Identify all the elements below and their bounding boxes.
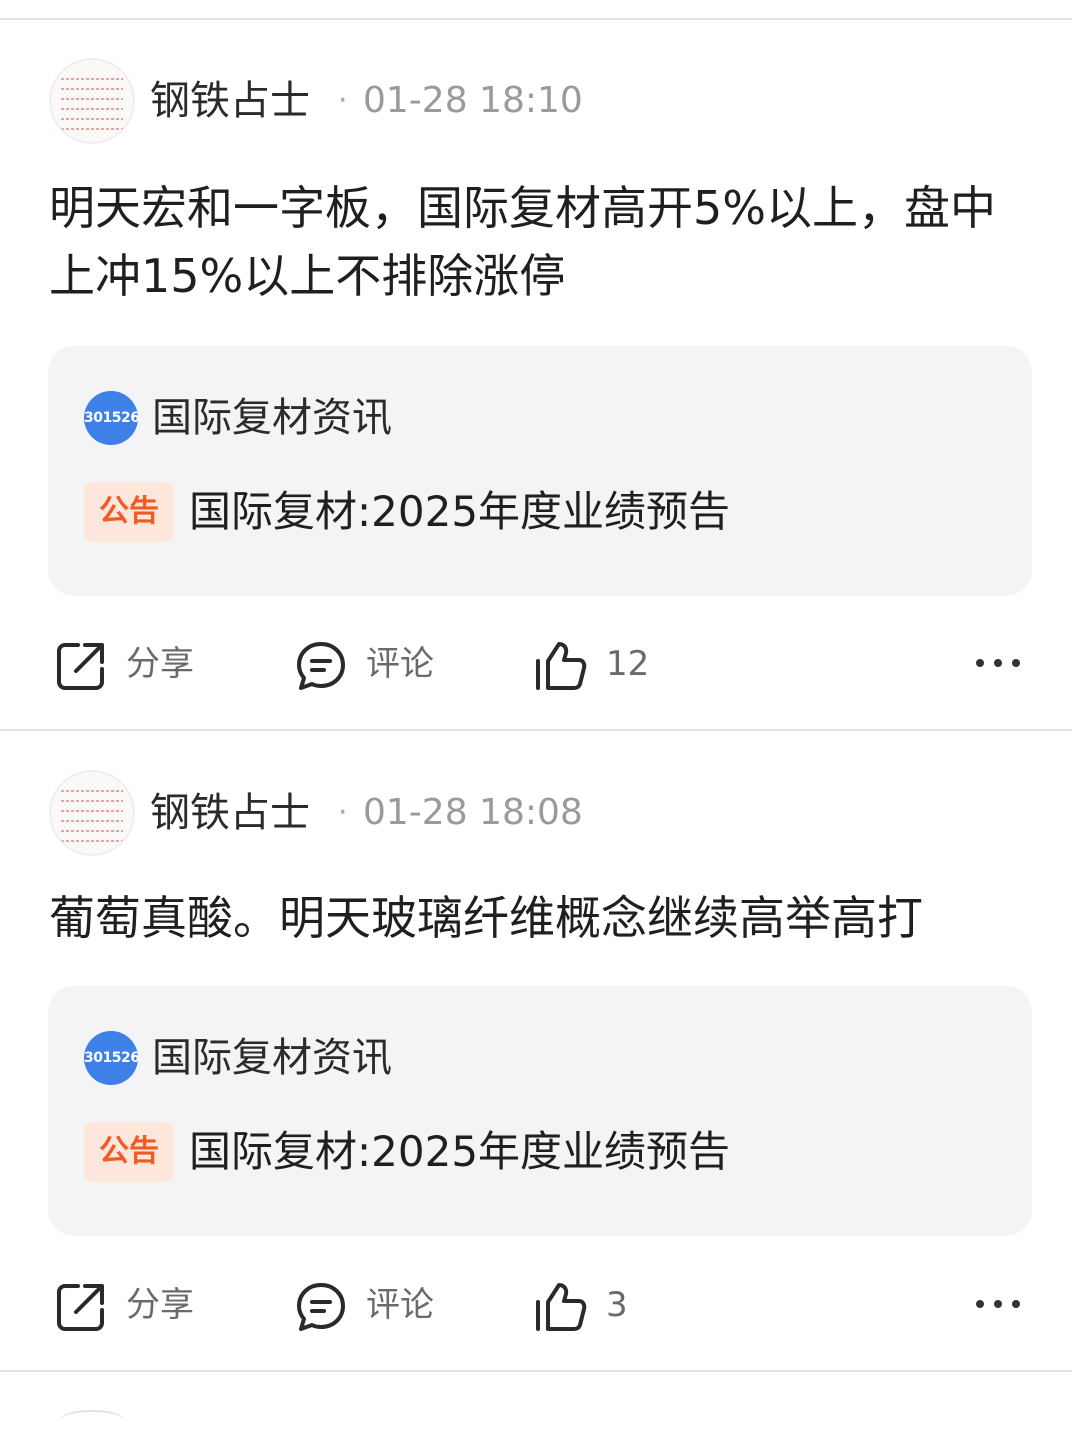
- card-source-name: 国际复材资讯: [152, 1035, 392, 1081]
- stock-code-badge: 301526: [84, 391, 138, 445]
- thumbs-up-icon: [536, 1283, 587, 1331]
- more-icon[interactable]: [976, 1294, 1024, 1314]
- comment-icon: [297, 642, 345, 690]
- author-name[interactable]: 钢铁占士: [150, 76, 310, 126]
- post-divider: [0, 729, 1072, 731]
- announcement-card[interactable]: 301526 国际复材资讯 公告 国际复材:2025年度业绩预告: [48, 986, 1032, 1236]
- share-button[interactable]: 分享: [54, 1275, 214, 1335]
- post-time: 01-28 18:10: [363, 80, 583, 121]
- comment-icon: [297, 1283, 345, 1331]
- announcement-tag: 公告: [84, 482, 174, 542]
- like-button[interactable]: 3: [534, 1275, 654, 1335]
- post-text[interactable]: 明天宏和一字板，国际复材高开5%以上，盘中上冲15%以上不排除涨停: [49, 174, 1029, 310]
- avatar[interactable]: [59, 1410, 125, 1432]
- post-divider: [0, 1370, 1072, 1372]
- top-divider: [0, 18, 1072, 20]
- announcement-tag: 公告: [84, 1122, 174, 1182]
- announcement-title: 国际复材:2025年度业绩预告: [189, 487, 731, 536]
- comment-label: 评论: [366, 1285, 434, 1325]
- comment-button[interactable]: 评论: [294, 634, 454, 694]
- card-source-name: 国际复材资讯: [152, 395, 392, 441]
- like-count: 12: [606, 644, 650, 684]
- avatar[interactable]: [49, 58, 135, 144]
- announcement-title: 国际复材:2025年度业绩预告: [189, 1127, 731, 1176]
- share-button[interactable]: 分享: [54, 634, 214, 694]
- announcement-card[interactable]: 301526 国际复材资讯 公告 国际复材:2025年度业绩预告: [48, 346, 1032, 596]
- comment-button[interactable]: 评论: [294, 1275, 454, 1335]
- share-label: 分享: [126, 644, 194, 684]
- share-icon: [57, 1284, 104, 1331]
- like-count: 3: [606, 1285, 628, 1325]
- comment-label: 评论: [366, 644, 434, 684]
- author-name[interactable]: 钢铁占士: [150, 788, 310, 838]
- separator-dot: ·: [338, 83, 348, 118]
- thumbs-up-icon: [536, 642, 587, 690]
- like-button[interactable]: 12: [534, 634, 654, 694]
- post-text[interactable]: 葡萄真酸。明天玻璃纤维概念继续高举高打: [49, 884, 1029, 952]
- share-icon: [57, 643, 104, 690]
- share-label: 分享: [126, 1285, 194, 1325]
- avatar[interactable]: [49, 770, 135, 856]
- separator-dot: ·: [338, 795, 348, 830]
- stock-code-badge: 301526: [84, 1031, 138, 1085]
- post-time: 01-28 18:08: [363, 792, 583, 833]
- more-icon[interactable]: [976, 653, 1024, 673]
